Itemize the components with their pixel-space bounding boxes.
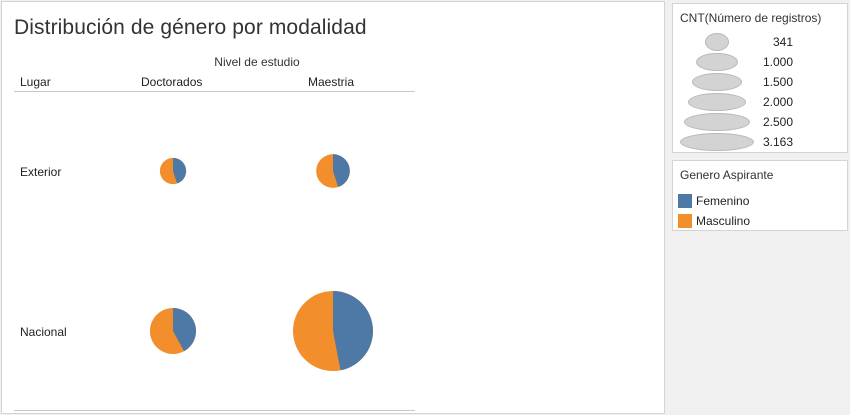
color-legend: Genero Aspirante Femenino Masculino xyxy=(672,160,848,231)
size-legend-mark xyxy=(684,113,750,131)
color-legend-title: Genero Aspirante xyxy=(680,168,774,182)
pie-exterior-maestria[interactable] xyxy=(316,154,350,188)
size-legend-label: 3.163 xyxy=(762,135,793,149)
size-legend-label: 1.500 xyxy=(762,75,793,89)
size-legend: CNT(Número de registros) 341 1.000 1.500 2.… xyxy=(672,3,848,153)
size-legend-mark xyxy=(687,93,747,111)
size-legend-mark xyxy=(696,53,738,71)
size-legend-label: 341 xyxy=(772,35,793,49)
size-legend-label: 2.500 xyxy=(762,115,793,129)
pie-nacional-doctorados[interactable] xyxy=(149,307,197,355)
size-legend-mark xyxy=(680,133,754,151)
pie-exterior-doctorados[interactable] xyxy=(159,157,187,185)
pie-nacional-maestria[interactable] xyxy=(293,291,374,371)
chart-panel: Distribución de género por modalidad Niv… xyxy=(1,1,665,414)
size-legend-label: 2.000 xyxy=(762,95,793,109)
legend-swatch xyxy=(678,214,692,228)
legend-label: Femenino xyxy=(696,194,750,208)
pie-plot-area xyxy=(149,154,374,371)
size-legend-mark xyxy=(704,33,730,51)
legend-label: Masculino xyxy=(696,214,751,228)
size-legend-title: CNT(Número de registros) xyxy=(680,11,822,25)
pie-slice-femenino[interactable] xyxy=(333,291,374,371)
size-legend-label: 1.000 xyxy=(762,55,793,69)
legend-swatch xyxy=(678,194,692,208)
size-legend-mark xyxy=(691,73,743,91)
